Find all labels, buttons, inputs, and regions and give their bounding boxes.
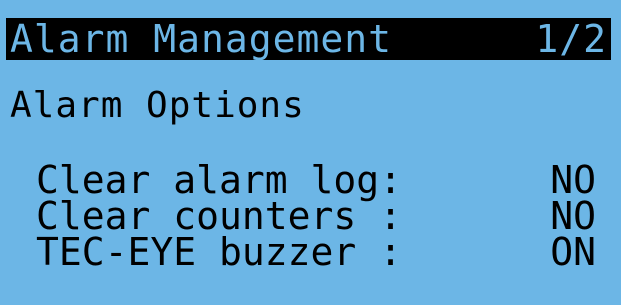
page-indicator: 1/2: [535, 17, 607, 61]
lcd-screen: Alarm Management 1/2 Alarm Options Clear…: [0, 0, 621, 305]
option-label: TEC-EYE buzzer :: [36, 230, 403, 274]
section-heading: Alarm Options: [10, 85, 305, 126]
option-value[interactable]: ON: [550, 232, 596, 272]
page-title: Alarm Management: [10, 17, 393, 61]
option-tec-eye-buzzer[interactable]: TEC-EYE buzzer : ON: [36, 232, 596, 272]
